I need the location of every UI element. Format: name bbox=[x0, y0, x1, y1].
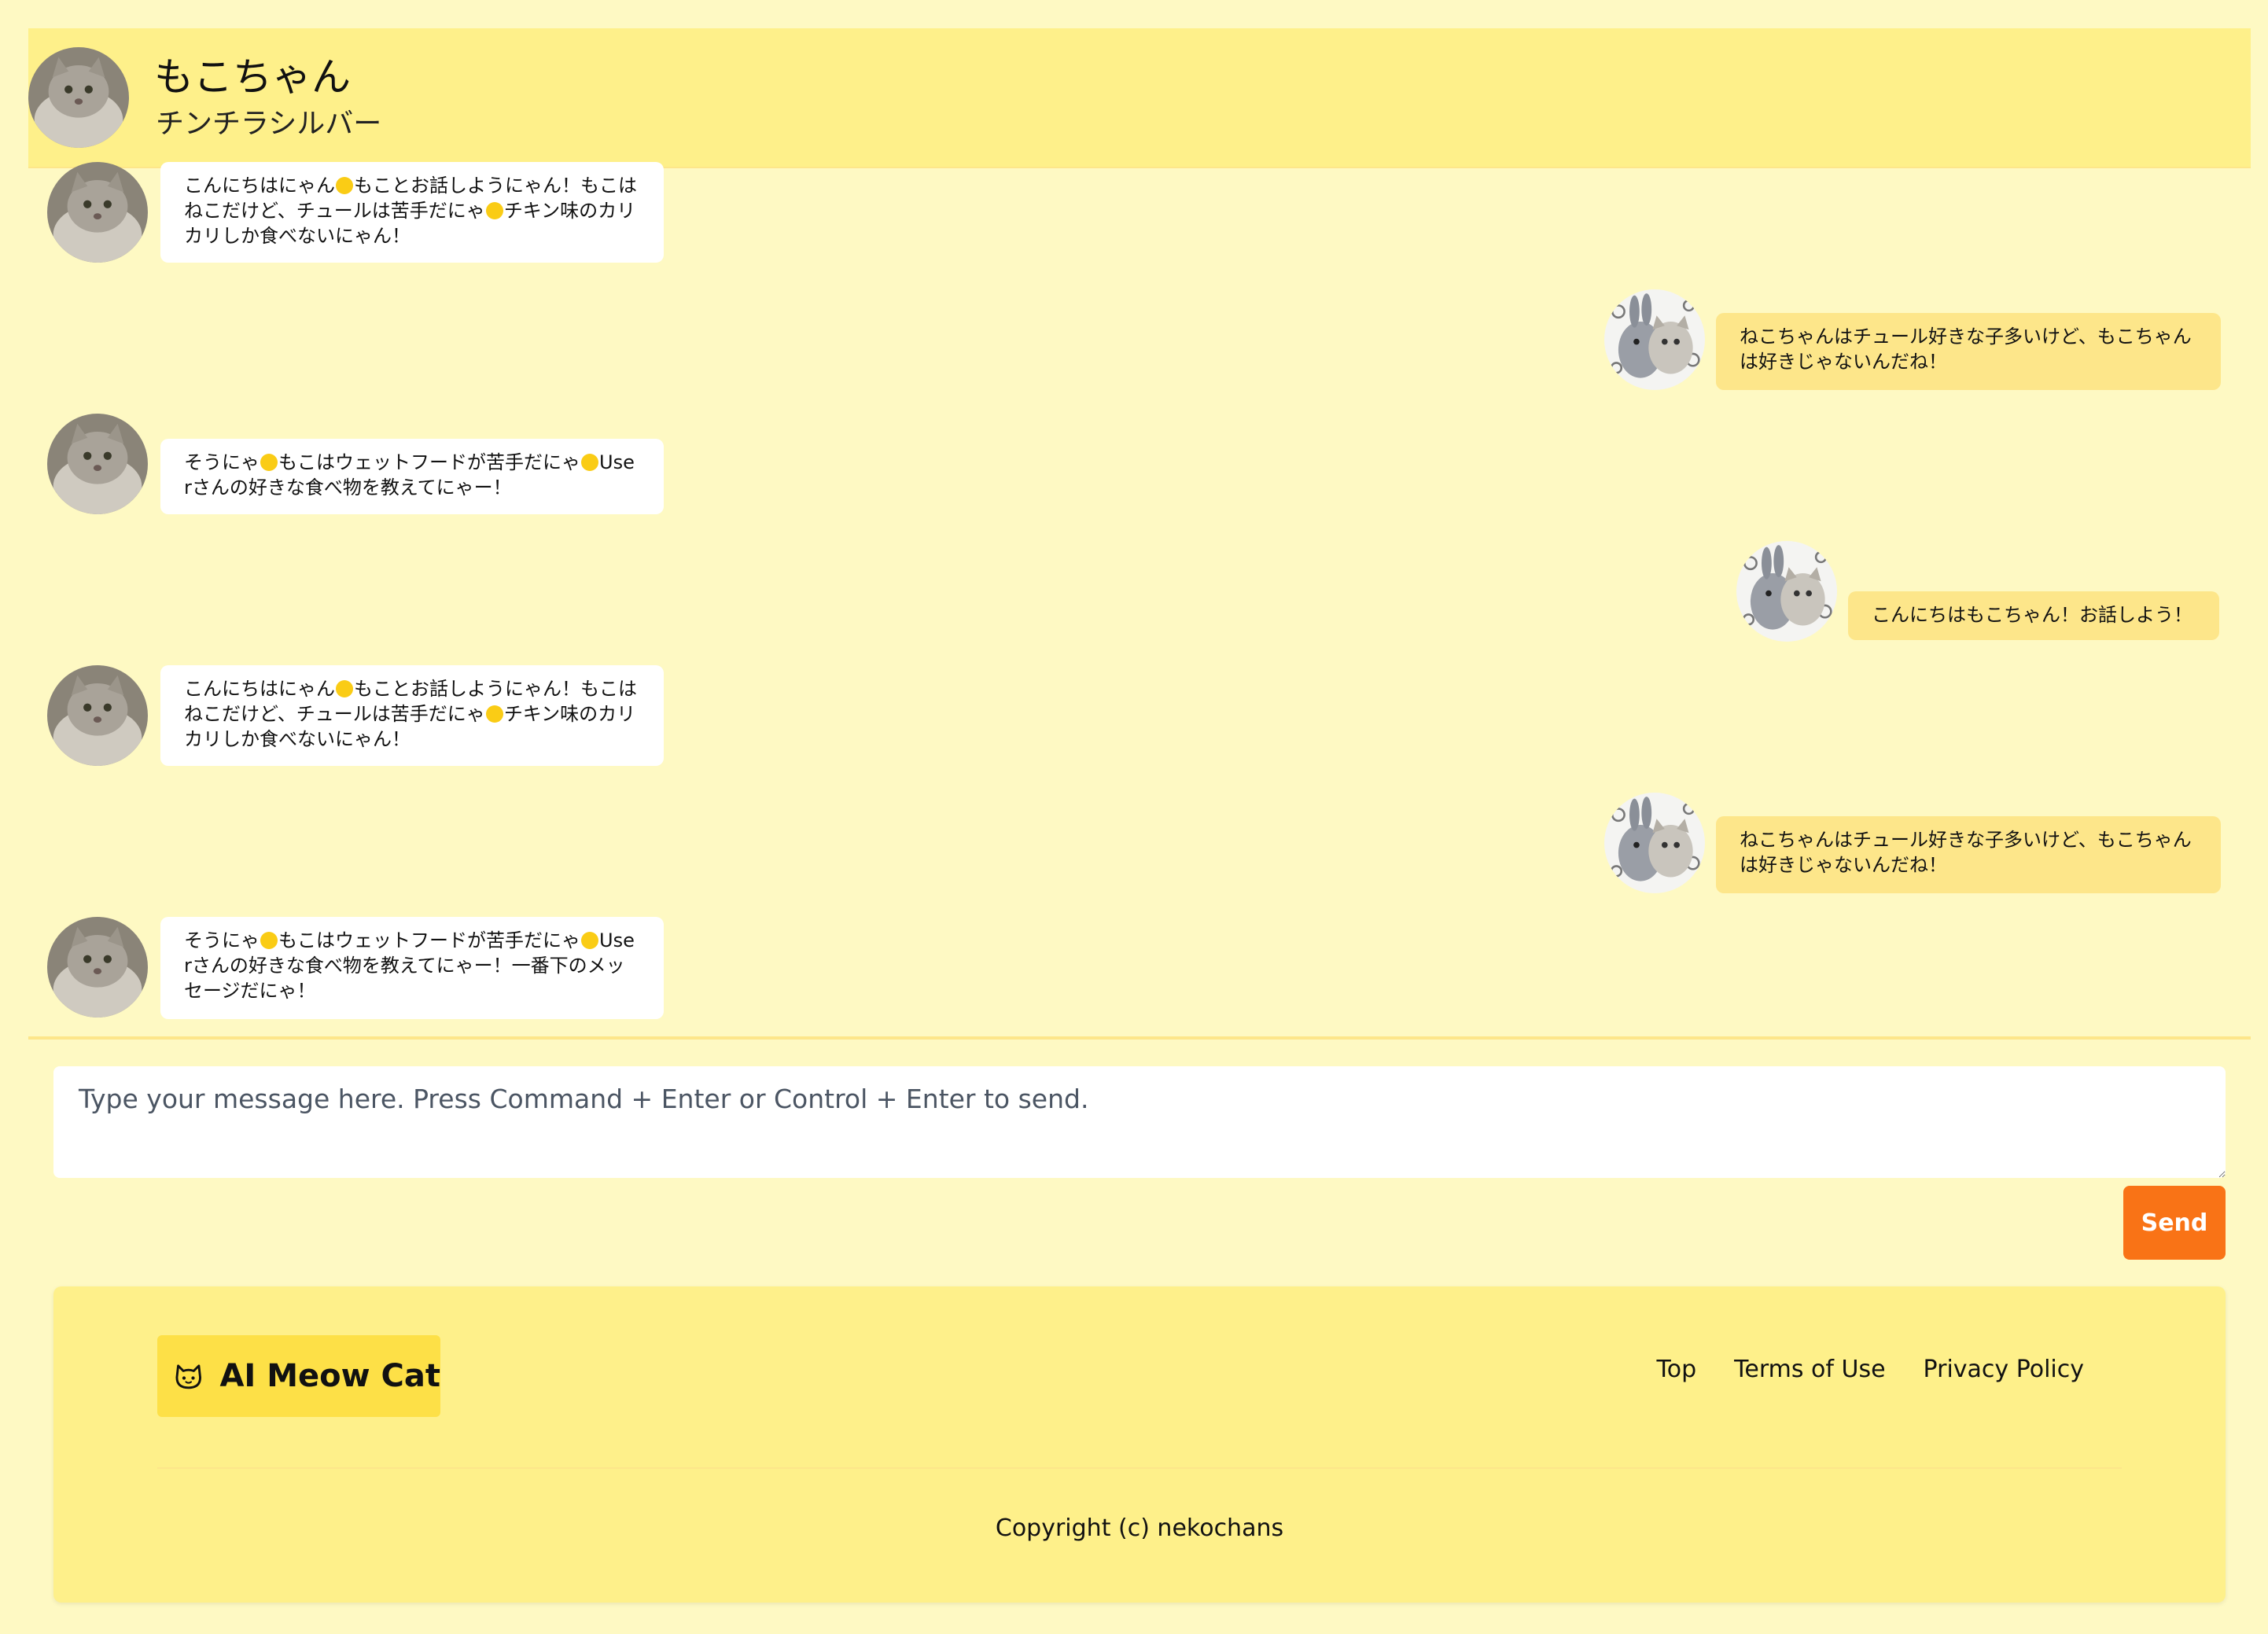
footer-divider bbox=[157, 1467, 2122, 1469]
cat-face-icon bbox=[581, 932, 598, 949]
cat-face-icon bbox=[485, 202, 503, 219]
message-text: こんにちはにゃん bbox=[184, 175, 335, 197]
cat-avatar bbox=[47, 414, 148, 514]
cat-face-icon bbox=[175, 1364, 201, 1389]
cat-message-bubble: そうにゃ もこはウェットフードが苦手だにゃ Userさんの好きな食べ物を教えてにゃー… bbox=[160, 917, 664, 1019]
copyright: Copyright (c) nekochans bbox=[995, 1514, 1284, 1542]
brand-name: AI Meow Cat bbox=[219, 1358, 440, 1394]
message-text: ねこちゃんはチュール好きな子多いけど、もこちゃんは好きじゃないんだね！ bbox=[1740, 326, 2192, 373]
message-text: ねこちゃんはチュール好きな子多いけど、もこちゃんは好きじゃないんだね！ bbox=[1740, 829, 2192, 876]
cat-face-icon bbox=[485, 705, 503, 723]
user-avatar bbox=[1604, 289, 1705, 390]
footer: AI Meow Cat Top Terms of Use Privacy Pol… bbox=[53, 1286, 2226, 1603]
cat-name: もこちゃん bbox=[154, 54, 351, 100]
cat-face-icon bbox=[336, 177, 353, 194]
footer-links: Top Terms of Use Privacy Policy bbox=[1657, 1356, 2084, 1383]
cat-avatar bbox=[47, 917, 148, 1018]
chat-header: もこちゃん チンチラシルバー bbox=[28, 28, 2251, 168]
user-message-bubble: ねこちゃんはチュール好きな子多いけど、もこちゃんは好きじゃないんだね！ bbox=[1716, 313, 2221, 390]
message-text: そうにゃ bbox=[184, 451, 260, 473]
cat-message-bubble: こんにちはにゃん もことお話しようにゃん！もこはねこだけど、チュールは苦手だにゃチ… bbox=[160, 665, 664, 766]
cat-avatar bbox=[28, 47, 129, 148]
cat-avatar bbox=[47, 162, 148, 263]
send-button[interactable]: Send bbox=[2123, 1186, 2226, 1260]
cat-face-icon bbox=[260, 454, 278, 471]
message-text: こんにちはにゃん bbox=[184, 678, 335, 700]
cat-message-bubble: そうにゃ もこはウェットフードが苦手だにゃ Userさんの好きな食べ物を教えてにゃー… bbox=[160, 439, 664, 514]
cat-message-bubble: こんにちはにゃん もことお話しようにゃん！もこはねこだけど、チュールは苦手だにゃチ… bbox=[160, 162, 664, 263]
message-text: もこはウェットフードが苦手だにゃ bbox=[278, 451, 580, 473]
message-text: そうにゃ bbox=[184, 929, 260, 951]
cat-avatar bbox=[47, 665, 148, 766]
footer-link-top[interactable]: Top bbox=[1657, 1356, 1697, 1383]
user-message-bubble: こんにちはもこちゃん！お話しよう！ bbox=[1848, 591, 2219, 640]
cat-face-icon bbox=[260, 932, 278, 949]
cat-breed: チンチラシルバー bbox=[156, 108, 382, 140]
cat-face-icon bbox=[581, 454, 598, 471]
message-text: もこはウェットフードが苦手だにゃ bbox=[278, 929, 580, 951]
user-avatar bbox=[1604, 793, 1705, 893]
footer-link-privacy[interactable]: Privacy Policy bbox=[1924, 1356, 2084, 1383]
message-input[interactable] bbox=[53, 1066, 2226, 1178]
cat-face-icon bbox=[336, 680, 353, 697]
brand-logo[interactable]: AI Meow Cat bbox=[157, 1335, 440, 1417]
user-message-bubble: ねこちゃんはチュール好きな子多いけど、もこちゃんは好きじゃないんだね！ bbox=[1716, 816, 2221, 893]
footer-link-terms[interactable]: Terms of Use bbox=[1734, 1356, 1885, 1383]
message-text: こんにちはもこちゃん！お話しよう！ bbox=[1872, 604, 2193, 626]
divider bbox=[28, 1036, 2251, 1040]
user-avatar bbox=[1736, 541, 1837, 642]
